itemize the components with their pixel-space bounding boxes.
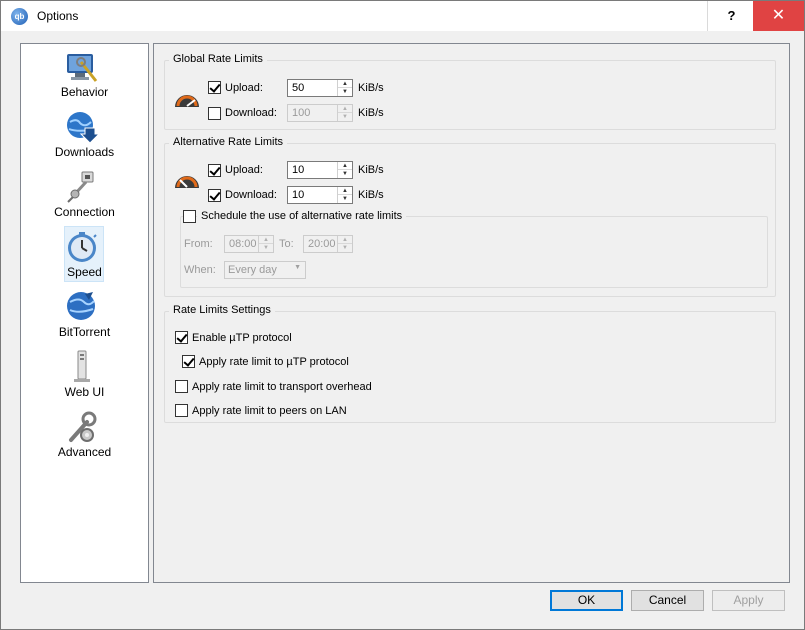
alternative-rate-limits-group: Alternative Rate Limits Upload: 10 ▲ ▼ K… bbox=[164, 136, 776, 297]
global-upload-checkbox[interactable] bbox=[208, 81, 221, 94]
spin-up-icon[interactable]: ▲ bbox=[338, 162, 352, 170]
schedule-group: Schedule the use of alternative rate lim… bbox=[180, 210, 768, 288]
overhead-checkbox[interactable] bbox=[175, 380, 188, 393]
speedometer-icon bbox=[175, 95, 199, 107]
alt-download-checkbox[interactable] bbox=[208, 189, 221, 202]
utp-label[interactable]: Enable µTP protocol bbox=[192, 332, 292, 344]
group-title: Global Rate Limits bbox=[169, 53, 267, 65]
advanced-icon bbox=[69, 411, 97, 442]
utp-limit-checkbox[interactable] bbox=[182, 355, 195, 368]
alt-upload-unit: KiB/s bbox=[358, 164, 384, 176]
global-download-label: Download: bbox=[225, 107, 277, 119]
to-time-value: 20:00 bbox=[308, 238, 336, 250]
spin-down-icon[interactable]: ▼ bbox=[338, 88, 352, 96]
when-select[interactable]: Every day ▼ bbox=[224, 261, 306, 279]
spin-arrows: ▲ ▼ bbox=[337, 80, 352, 96]
speed-settings-panel: Global Rate Limits Upload: 50 ▲ ▼ KiB/s … bbox=[153, 43, 790, 583]
sidebar-item-label: Web UI bbox=[64, 385, 105, 399]
when-label: When: bbox=[184, 264, 216, 276]
sidebar-item-label: Behavior bbox=[60, 85, 109, 99]
alt-speedometer-icon bbox=[175, 176, 199, 188]
alt-upload-checkbox[interactable] bbox=[208, 164, 221, 177]
spin-down-icon[interactable]: ▼ bbox=[338, 170, 352, 178]
alt-upload-label: Upload: bbox=[225, 164, 263, 176]
schedule-label[interactable]: Schedule the use of alternative rate lim… bbox=[197, 210, 407, 222]
sidebar-item-downloads[interactable]: Downloads bbox=[21, 106, 148, 164]
rate-limits-settings-group: Rate Limits Settings Enable µTP protocol… bbox=[164, 304, 776, 423]
spin-up-icon[interactable]: ▲ bbox=[338, 80, 352, 88]
sidebar-item-speed[interactable]: Speed bbox=[21, 226, 148, 284]
utp-checkbox[interactable] bbox=[175, 331, 188, 344]
global-upload-value: 50 bbox=[292, 82, 305, 94]
global-download-unit: KiB/s bbox=[358, 107, 384, 119]
global-upload-label: Upload: bbox=[225, 82, 263, 94]
ok-button[interactable]: OK bbox=[550, 590, 623, 611]
alt-upload-value: 10 bbox=[292, 164, 305, 176]
sidebar-item-label: BitTorrent bbox=[58, 325, 111, 339]
category-sidebar: Behavior Downloads Connection Speed BitT… bbox=[20, 43, 149, 583]
sidebar-item-bittorrent[interactable]: BitTorrent bbox=[21, 286, 148, 344]
overhead-label[interactable]: Apply rate limit to transport overhead bbox=[192, 381, 372, 393]
global-upload-unit: KiB/s bbox=[358, 82, 384, 94]
spin-down-icon[interactable]: ▼ bbox=[259, 244, 273, 252]
schedule-checkbox[interactable] bbox=[183, 210, 196, 223]
sidebar-item-label: Downloads bbox=[54, 145, 115, 159]
speed-icon bbox=[68, 232, 97, 262]
cancel-button[interactable]: Cancel bbox=[631, 590, 704, 611]
utp-limit-label[interactable]: Apply rate limit to µTP protocol bbox=[199, 356, 349, 368]
downloads-icon bbox=[67, 112, 99, 144]
window-title: Options bbox=[37, 9, 79, 23]
to-label: To: bbox=[279, 238, 294, 250]
spin-up-icon[interactable]: ▲ bbox=[338, 187, 352, 195]
spin-arrows: ▲ ▼ bbox=[337, 187, 352, 203]
chevron-down-icon: ▼ bbox=[294, 264, 301, 271]
spin-down-icon[interactable]: ▼ bbox=[338, 113, 352, 121]
close-button[interactable]: ✕ bbox=[753, 1, 804, 31]
alt-download-label: Download: bbox=[225, 189, 277, 201]
title-bar: qb Options ? ✕ bbox=[1, 1, 804, 31]
sidebar-item-webui[interactable]: Web UI bbox=[21, 346, 148, 404]
sidebar-item-behavior[interactable]: Behavior bbox=[21, 46, 148, 104]
global-download-value: 100 bbox=[292, 107, 311, 119]
apply-button[interactable]: Apply bbox=[712, 590, 785, 611]
sidebar-item-label: Speed bbox=[67, 265, 102, 279]
alt-download-value: 10 bbox=[292, 189, 305, 201]
to-time-spinbox[interactable]: 20:00 ▲ ▼ bbox=[303, 235, 353, 253]
lan-checkbox[interactable] bbox=[175, 404, 188, 417]
help-button[interactable]: ? bbox=[707, 1, 755, 31]
group-title: Alternative Rate Limits bbox=[169, 136, 288, 148]
connection-icon bbox=[67, 171, 94, 203]
from-time-spinbox[interactable]: 08:00 ▲ ▼ bbox=[224, 235, 274, 253]
alt-download-spinbox[interactable]: 10 ▲ ▼ bbox=[287, 186, 353, 204]
spin-down-icon[interactable]: ▼ bbox=[338, 195, 352, 203]
sidebar-item-connection[interactable]: Connection bbox=[21, 166, 148, 224]
lan-label[interactable]: Apply rate limit to peers on LAN bbox=[192, 405, 347, 417]
bittorrent-icon bbox=[67, 292, 95, 320]
alt-download-unit: KiB/s bbox=[358, 189, 384, 201]
webui-icon bbox=[74, 350, 90, 382]
spin-arrows: ▲ ▼ bbox=[337, 162, 352, 178]
spin-down-icon[interactable]: ▼ bbox=[338, 244, 352, 252]
alt-upload-spinbox[interactable]: 10 ▲ ▼ bbox=[287, 161, 353, 179]
spin-up-icon[interactable]: ▲ bbox=[338, 105, 352, 113]
spin-up-icon[interactable]: ▲ bbox=[259, 236, 273, 244]
sidebar-item-label: Connection bbox=[54, 205, 115, 219]
sidebar-item-label: Advanced bbox=[57, 445, 112, 459]
sidebar-item-advanced[interactable]: Advanced bbox=[21, 406, 148, 464]
from-label: From: bbox=[184, 238, 213, 250]
global-download-checkbox[interactable] bbox=[208, 107, 221, 120]
spin-arrows: ▲ ▼ bbox=[337, 236, 352, 252]
global-upload-spinbox[interactable]: 50 ▲ ▼ bbox=[287, 79, 353, 97]
options-window: qb Options ? ✕ Behavior Downloads Connec… bbox=[0, 0, 805, 630]
spin-up-icon[interactable]: ▲ bbox=[338, 236, 352, 244]
qbittorrent-logo-icon: qb bbox=[11, 8, 28, 25]
global-download-spinbox[interactable]: 100 ▲ ▼ bbox=[287, 104, 353, 122]
spin-arrows: ▲ ▼ bbox=[258, 236, 273, 252]
global-rate-limits-group: Global Rate Limits Upload: 50 ▲ ▼ KiB/s … bbox=[164, 53, 776, 130]
behavior-icon bbox=[67, 54, 98, 82]
group-title: Rate Limits Settings bbox=[169, 304, 275, 316]
spin-arrows: ▲ ▼ bbox=[337, 105, 352, 121]
when-value: Every day bbox=[228, 264, 277, 276]
from-time-value: 08:00 bbox=[229, 238, 257, 250]
